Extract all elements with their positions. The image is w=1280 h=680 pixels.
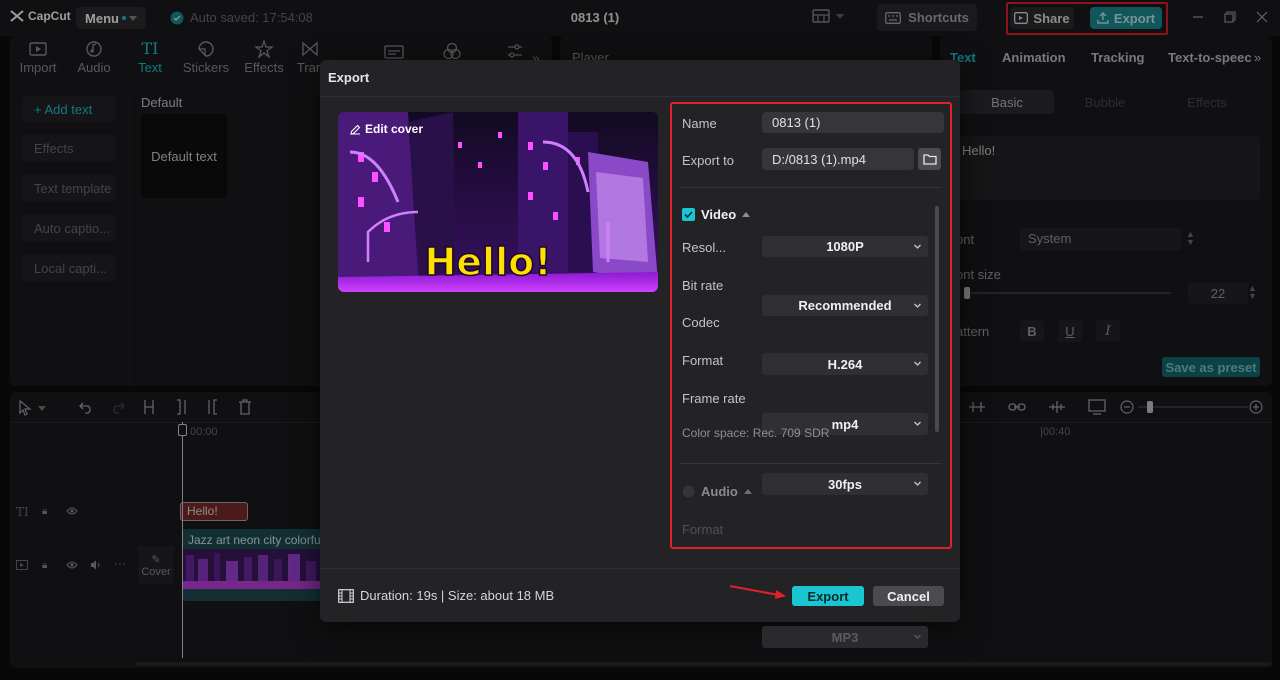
- framerate-value: 30fps: [828, 476, 862, 492]
- bitrate-value: Recommended: [798, 298, 892, 313]
- framerate-select[interactable]: 30fps: [762, 473, 928, 495]
- folder-icon: [922, 153, 937, 165]
- chevron-down-icon: [914, 634, 921, 639]
- chevron-down-icon: [914, 361, 921, 366]
- chevron-down-icon: [914, 421, 921, 426]
- bitrate-label: Bit rate: [682, 278, 724, 293]
- cover-text: Hello!: [424, 239, 553, 285]
- duration-text: Duration: 19s | Size: about 18 MB: [360, 588, 555, 603]
- export-path-input[interactable]: D:/0813 (1).mp4: [762, 148, 914, 170]
- framerate-label: Frame rate: [682, 391, 746, 406]
- browse-folder-button[interactable]: [918, 148, 941, 170]
- edit-icon: [350, 124, 361, 135]
- edit-cover-button[interactable]: Edit cover: [350, 122, 423, 136]
- audio-format-value: MP3: [831, 629, 859, 645]
- chevron-down-icon: [914, 244, 921, 249]
- audio-section-toggle[interactable]: Audio: [682, 484, 752, 499]
- duration-size-info: Duration: 19s | Size: about 18 MB: [338, 588, 554, 603]
- section-divider: [680, 463, 942, 464]
- video-section-toggle[interactable]: Video: [682, 207, 751, 222]
- chevron-up-icon: [742, 212, 751, 217]
- codec-select[interactable]: H.264: [762, 353, 928, 375]
- bitrate-select[interactable]: Recommended: [762, 295, 928, 316]
- chevron-down-icon: [914, 481, 921, 486]
- settings-scrollbar[interactable]: [935, 206, 939, 432]
- dialog-title: Export: [328, 70, 370, 85]
- cancel-button[interactable]: Cancel: [873, 586, 944, 606]
- color-space-info: Color space: Rec. 709 SDR: [682, 426, 830, 440]
- resolution-value: 1080P: [826, 239, 864, 254]
- resolution-label: Resol...: [682, 240, 727, 255]
- format-label: Format: [682, 353, 724, 368]
- name-input[interactable]: 0813 (1): [762, 112, 944, 133]
- format-value: mp4: [831, 416, 859, 432]
- audio-format-label: Format: [682, 522, 724, 537]
- section-divider: [680, 187, 942, 188]
- codec-value: H.264: [827, 356, 863, 372]
- video-section-label: Video: [701, 207, 737, 222]
- name-label: Name: [682, 116, 717, 131]
- resolution-select[interactable]: 1080P: [762, 236, 928, 257]
- arrow-annotation-icon: [729, 585, 786, 599]
- codec-label: Codec: [682, 315, 720, 330]
- checkbox-unchecked-icon: [682, 485, 695, 498]
- audio-section-label: Audio: [701, 484, 738, 499]
- dialog-divider: [320, 96, 960, 97]
- edit-cover-label: Edit cover: [365, 122, 424, 136]
- export-button[interactable]: Export: [792, 586, 864, 606]
- audio-format-select[interactable]: MP3: [762, 626, 928, 648]
- checkbox-checked-icon: [682, 208, 695, 221]
- chevron-up-icon: [743, 489, 752, 494]
- export-dialog: Export Hello! Edit cover Name 0813 (1) E…: [320, 60, 960, 648]
- film-icon: [338, 588, 354, 603]
- export-to-label: Export to: [682, 153, 735, 168]
- chevron-down-icon: [914, 303, 921, 308]
- footer-divider: [320, 568, 960, 569]
